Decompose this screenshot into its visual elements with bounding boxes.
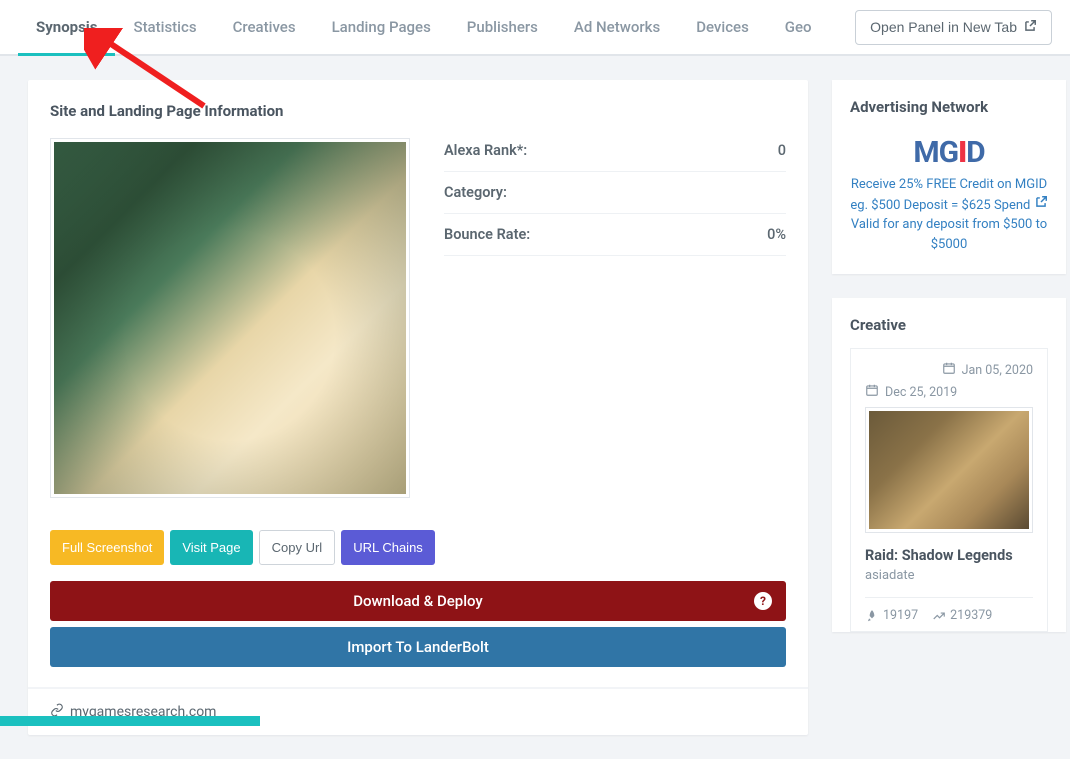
import-landerbolt-button[interactable]: Import To LanderBolt <box>50 627 786 667</box>
trend-icon <box>932 609 946 623</box>
tab-devices[interactable]: Devices <box>678 0 767 54</box>
open-panel-button[interactable]: Open Panel in New Tab <box>855 10 1052 45</box>
meta-value: 0 <box>778 142 786 159</box>
tab-geo[interactable]: Geo <box>767 0 830 54</box>
creative-title: Creative <box>850 316 1048 334</box>
meta-label: Bounce Rate: <box>444 226 530 243</box>
creative-card[interactable]: Jan 05, 2020 Dec 25, 2019 Raid: Shadow L… <box>850 348 1048 632</box>
external-link-icon <box>1034 198 1048 213</box>
ad-network-card: Advertising Network MGID Receive 25% FRE… <box>832 80 1066 274</box>
meta-value: 0% <box>767 226 786 243</box>
creative-end-date: Jan 05, 2020 <box>962 363 1033 378</box>
external-link-icon <box>1023 19 1037 36</box>
copy-url-button[interactable]: Copy Url <box>259 530 336 565</box>
creative-item-title: Raid: Shadow Legends <box>865 547 1033 564</box>
creative-panel: Creative Jan 05, 2020 Dec 25, 2019 <box>832 298 1066 632</box>
meta-label: Category: <box>444 184 507 201</box>
mgid-logo: MGID <box>850 130 1048 175</box>
calendar-icon <box>865 383 879 401</box>
creative-stat-1: 19197 <box>883 608 918 623</box>
site-info-card: Site and Landing Page Information Alexa … <box>28 80 808 735</box>
mgid-offer-link[interactable]: Receive 25% FREE Credit on MGID eg. $500… <box>850 175 1048 254</box>
visit-page-button[interactable]: Visit Page <box>170 530 252 565</box>
open-panel-label: Open Panel in New Tab <box>870 19 1017 35</box>
download-deploy-button[interactable]: Download & Deploy ? <box>50 581 786 621</box>
mgid-line2: eg. $500 Deposit = $625 Spend <box>850 198 1030 213</box>
bottom-accent-strip <box>0 716 260 726</box>
creative-item-sub: asiadate <box>865 568 1033 583</box>
top-tab-bar: Synopsis Statistics Creatives Landing Pa… <box>0 0 1070 56</box>
url-chains-button[interactable]: URL Chains <box>341 530 435 565</box>
mgid-line3: Valid for any deposit from $500 to $5000 <box>851 217 1047 252</box>
meta-label: Alexa Rank*: <box>444 142 527 159</box>
rocket-icon <box>865 609 879 623</box>
url-bar: mygamesresearch.com <box>28 687 808 735</box>
tab-publishers[interactable]: Publishers <box>449 0 556 54</box>
import-landerbolt-label: Import To LanderBolt <box>347 638 489 656</box>
meta-row-alexa: Alexa Rank*: 0 <box>444 138 786 172</box>
download-deploy-label: Download & Deploy <box>353 592 483 610</box>
creative-thumbnail[interactable] <box>865 407 1033 533</box>
site-meta-list: Alexa Rank*: 0 Category: Bounce Rate: 0% <box>444 138 786 498</box>
tabs-container: Synopsis Statistics Creatives Landing Pa… <box>18 0 855 54</box>
creative-start-date: Dec 25, 2019 <box>885 385 957 400</box>
thumbnail-image <box>54 142 406 494</box>
landing-page-thumbnail[interactable] <box>50 138 410 498</box>
calendar-icon <box>942 361 956 379</box>
help-icon[interactable]: ? <box>754 592 772 610</box>
creative-stat-2: 219379 <box>950 608 992 623</box>
meta-row-bounce: Bounce Rate: 0% <box>444 214 786 256</box>
tab-creatives[interactable]: Creatives <box>215 0 314 54</box>
full-screenshot-button[interactable]: Full Screenshot <box>50 530 164 565</box>
meta-row-category: Category: <box>444 172 786 214</box>
tab-landing-pages[interactable]: Landing Pages <box>314 0 449 54</box>
mgid-line1: Receive 25% FREE Credit on MGID <box>851 177 1047 192</box>
tab-ad-networks[interactable]: Ad Networks <box>556 0 678 54</box>
site-info-title: Site and Landing Page Information <box>28 80 808 120</box>
tab-statistics[interactable]: Statistics <box>115 0 214 54</box>
tab-synopsis[interactable]: Synopsis <box>18 0 115 54</box>
ad-network-title: Advertising Network <box>850 98 1048 116</box>
